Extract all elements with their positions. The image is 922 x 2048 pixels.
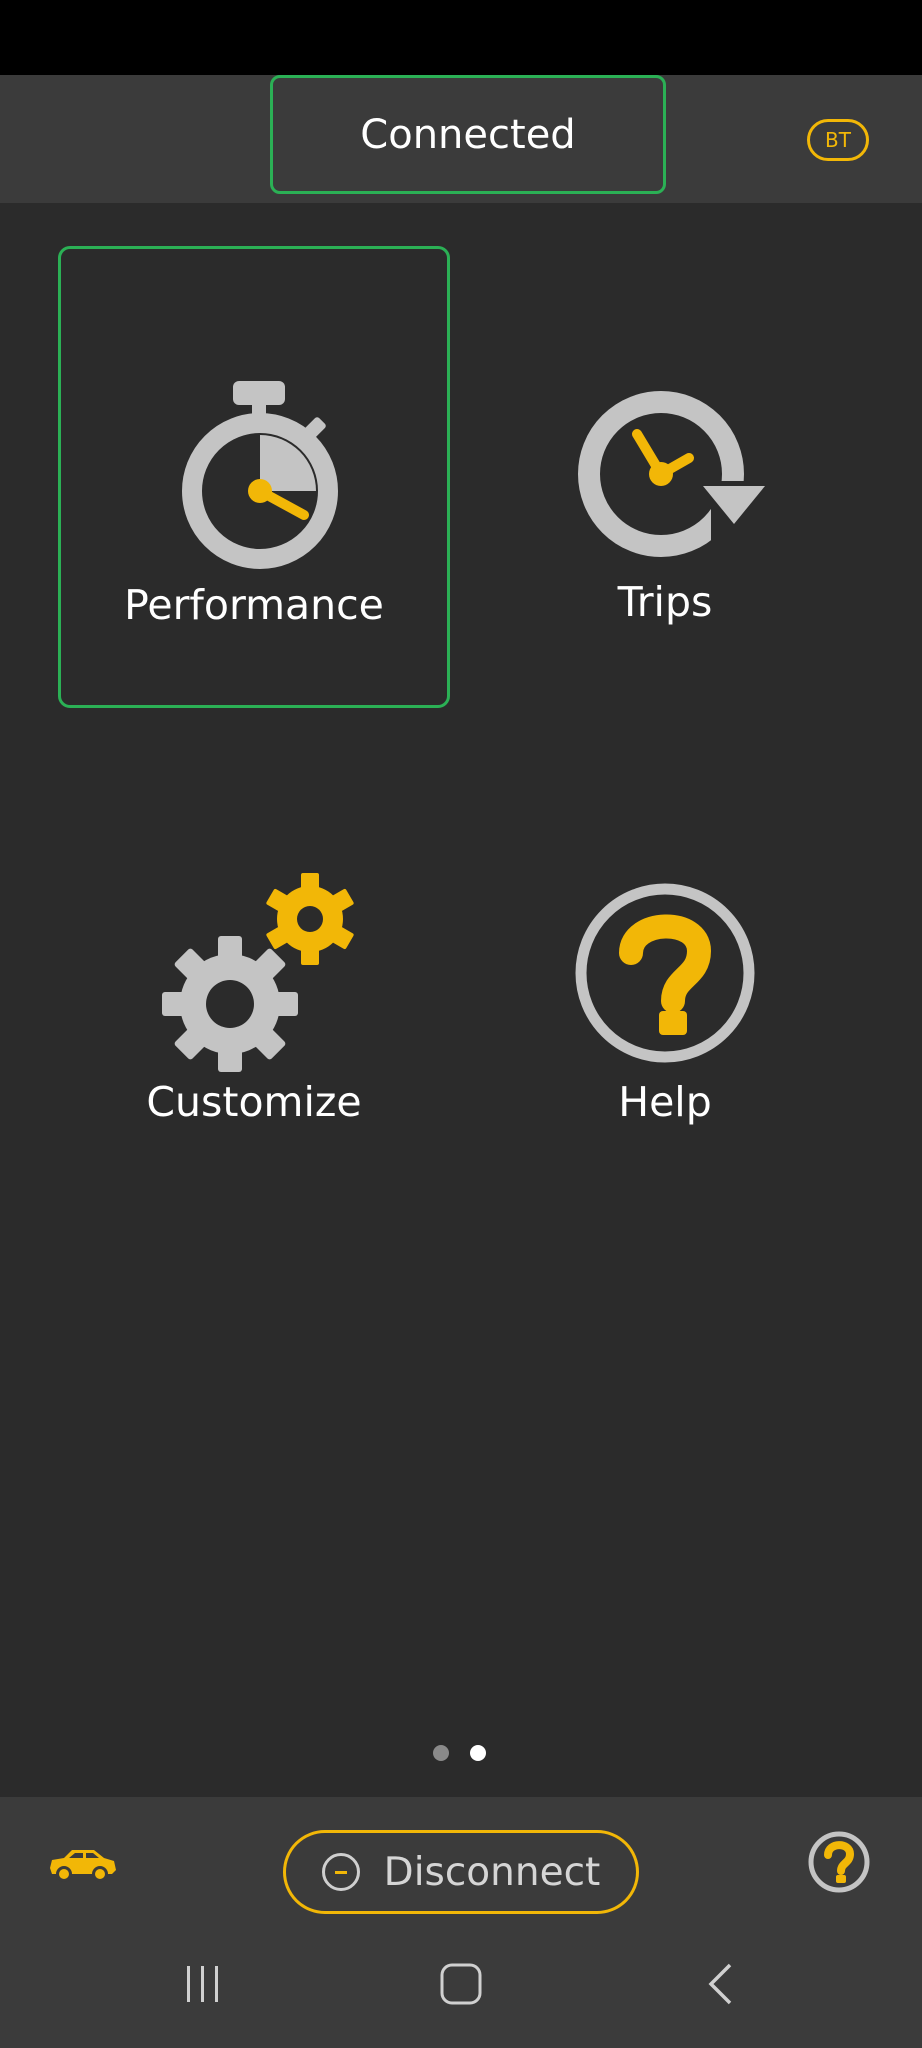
tile-help-label: Help	[618, 1078, 712, 1126]
bluetooth-badge-label: BT	[825, 128, 851, 152]
disconnect-label: Disconnect	[383, 1849, 601, 1895]
disconnect-button[interactable]: Disconnect	[283, 1830, 639, 1914]
car-icon[interactable]	[46, 1846, 118, 1884]
system-nav-bar	[0, 1937, 922, 2048]
trip-history-icon	[578, 391, 765, 557]
tile-customize-label: Customize	[146, 1078, 362, 1126]
minus-circle-icon	[321, 1853, 360, 1891]
header-bar: Connected BT	[0, 75, 922, 203]
connection-status-label: Connected	[360, 111, 576, 158]
recents-icon[interactable]	[183, 1964, 223, 2004]
tile-performance[interactable]: Performance	[58, 246, 450, 708]
page-dot-active[interactable]	[470, 1745, 486, 1761]
bottom-bar: Disconnect	[0, 1797, 922, 2048]
tile-help[interactable]: Help	[469, 743, 861, 1205]
help-question-icon[interactable]	[807, 1830, 871, 1894]
connection-status-button[interactable]: Connected	[270, 75, 666, 194]
status-bar	[0, 0, 922, 75]
help-icon	[575, 883, 755, 1063]
page-indicator	[433, 1745, 486, 1761]
tile-customize[interactable]: Customize	[58, 743, 450, 1205]
gears-icon	[162, 873, 354, 1072]
home-icon[interactable]	[439, 1962, 483, 2006]
tile-performance-label: Performance	[124, 581, 384, 629]
tile-trips-label: Trips	[617, 578, 713, 626]
tile-trips[interactable]: Trips	[469, 246, 861, 708]
stopwatch-icon	[182, 381, 338, 569]
back-icon[interactable]	[706, 1962, 736, 2006]
bluetooth-badge[interactable]: BT	[807, 119, 869, 161]
page-dot[interactable]	[433, 1745, 449, 1761]
